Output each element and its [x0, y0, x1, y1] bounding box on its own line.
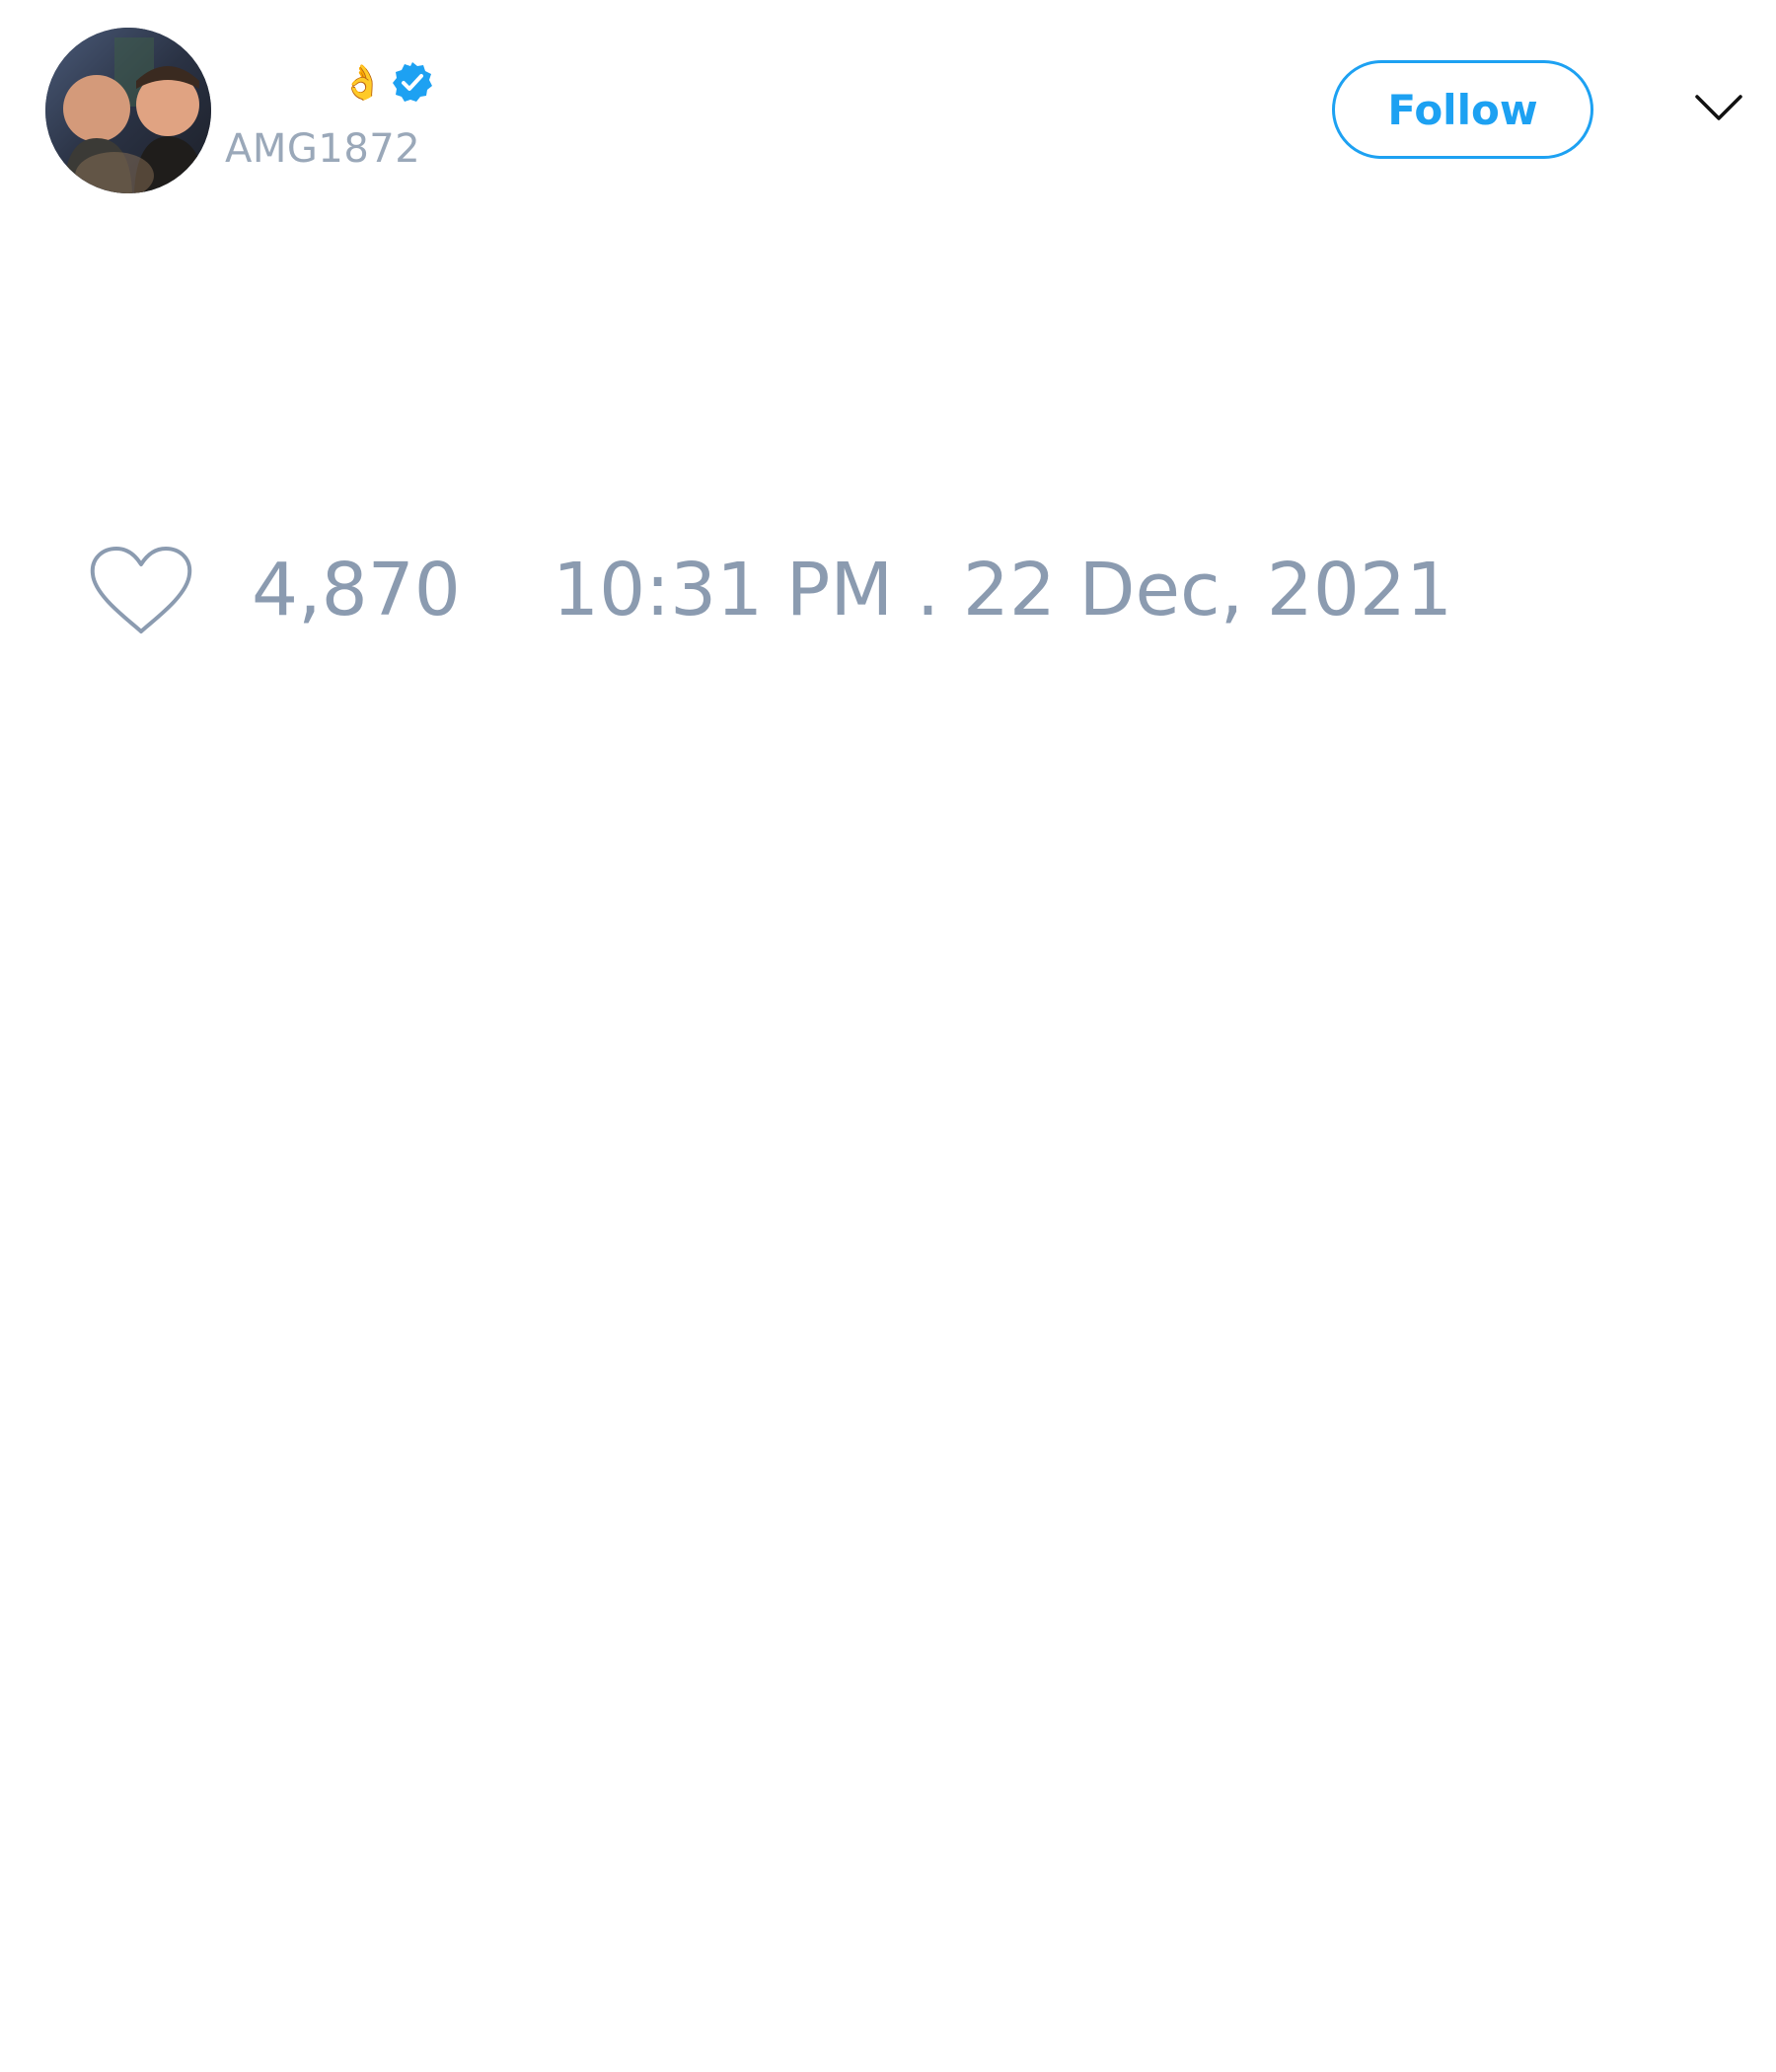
tweet-header: 👌 AMG1872 Follow [0, 0, 1776, 227]
tweet-stats: 4,870 10:31 PM . 22 Dec, 2021 [0, 533, 1776, 651]
tweet-timestamp[interactable]: 10:31 PM . 22 Dec, 2021 [553, 550, 1452, 630]
verified-badge-icon [393, 62, 433, 102]
chevron-down-icon[interactable] [1693, 91, 1744, 124]
avatar-photo [45, 28, 211, 193]
like-count[interactable]: 4,870 [252, 550, 461, 630]
author-handle[interactable]: AMG1872 [225, 126, 420, 172]
author-name-row[interactable]: 👌 [229, 55, 436, 111]
ok-hand-emoji-icon: 👌 [341, 63, 384, 103]
heart-outline-icon[interactable] [89, 545, 193, 637]
follow-button[interactable]: Follow [1332, 60, 1593, 159]
avatar[interactable] [45, 28, 211, 193]
